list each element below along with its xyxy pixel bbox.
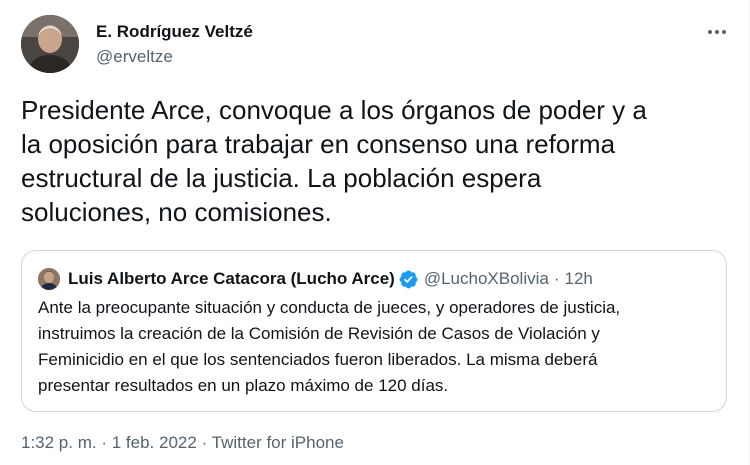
meta-separator: · xyxy=(101,433,108,452)
more-options-icon[interactable] xyxy=(703,20,731,44)
quoted-timestamp: 12h xyxy=(564,269,593,288)
quoted-tweet-header: Luis Alberto Arce Catacora (Lucho Arce) … xyxy=(68,268,593,290)
quoted-tweet-text: Ante la preocupante situación y conducta… xyxy=(38,295,718,399)
author-photo xyxy=(21,15,79,73)
quoted-text-line: presentar resultados en un plazo máximo … xyxy=(38,376,449,395)
more-dot xyxy=(715,30,719,34)
tweet-date-link[interactable]: 1 feb. 2022 xyxy=(112,433,197,452)
tweet-text-line: estructural de la justicia. La población… xyxy=(21,163,542,193)
more-dot xyxy=(708,30,712,34)
quoted-author-avatar xyxy=(38,268,60,290)
quoted-author-handle: @LuchoXBolivia xyxy=(423,269,549,288)
tweet-text: Presidente Arce, convoque a los órganos … xyxy=(21,93,733,229)
quoted-text-line: Ante la preocupante situación y conducta… xyxy=(38,298,621,317)
tweet: E. Rodríguez Veltzé @erveltze Presidente… xyxy=(0,0,750,465)
tweet-time-link[interactable]: 1:32 p. m. xyxy=(21,433,97,452)
quoted-text-line: instruimos la creación de la Comisión de… xyxy=(38,324,600,343)
meta-separator: · xyxy=(201,433,208,452)
tweet-text-line: soluciones, no comisiones. xyxy=(21,197,332,227)
tweet-source-link[interactable]: Twitter for iPhone xyxy=(212,433,344,452)
tweet-text-line: Presidente Arce, convoque a los órganos … xyxy=(21,95,647,125)
quoted-author-photo xyxy=(38,268,60,290)
quoted-tweet[interactable]: Luis Alberto Arce Catacora (Lucho Arce) … xyxy=(21,250,727,412)
author-handle[interactable]: @erveltze xyxy=(96,47,173,67)
author-avatar[interactable] xyxy=(21,15,79,73)
more-dot xyxy=(722,30,726,34)
quoted-text-line: Feminicidio en el que los sentenciados f… xyxy=(38,350,598,369)
tweet-text-line: la oposición para trabajar en consenso u… xyxy=(21,129,616,159)
verified-badge-icon xyxy=(399,270,418,288)
quoted-separator: · xyxy=(553,269,560,288)
tweet-metadata: 1:32 p. m. · 1 feb. 2022 · Twitter for i… xyxy=(21,433,344,453)
author-name[interactable]: E. Rodríguez Veltzé xyxy=(96,22,253,42)
quoted-author-name: Luis Alberto Arce Catacora (Lucho Arce) xyxy=(68,269,395,288)
